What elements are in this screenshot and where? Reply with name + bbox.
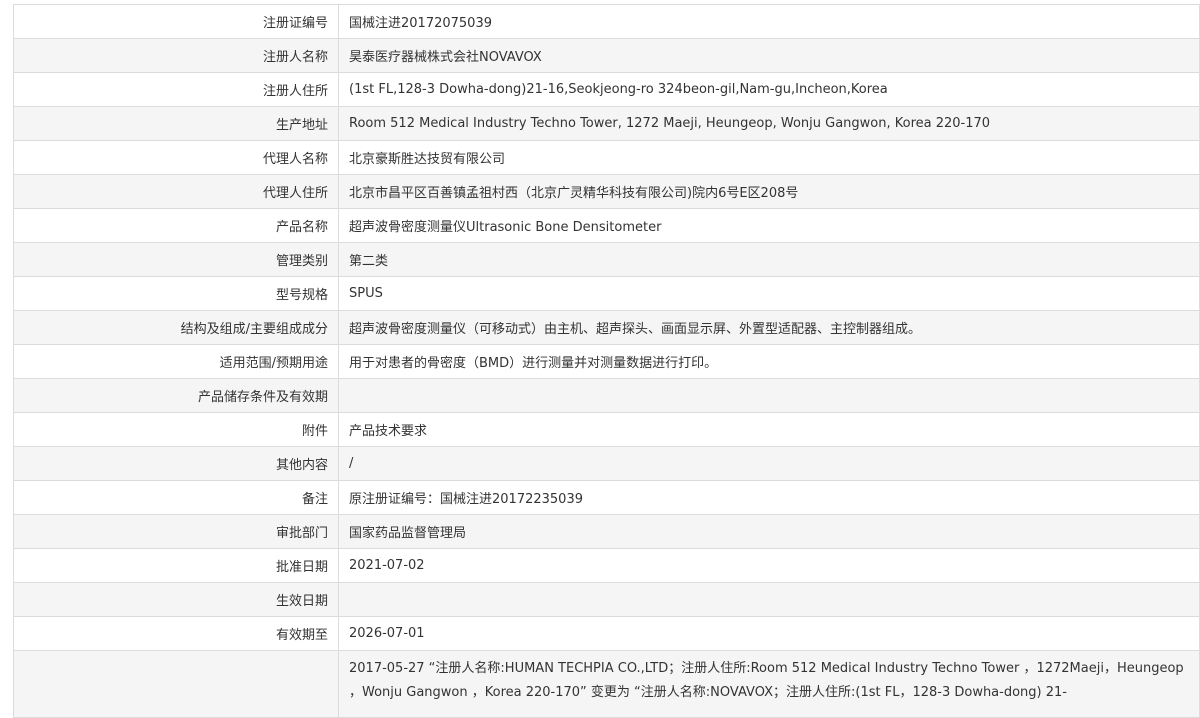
table-row: 适用范围/预期用途 用于对患者的骨密度（BMD）进行测量并对测量数据进行打印。 xyxy=(13,344,1200,379)
table-row: 有效期至 2026-07-01 xyxy=(13,616,1200,651)
table-row: 2017-05-27 “注册人名称:HUMAN TECHPIA CO.,LTD；… xyxy=(13,650,1200,718)
table-row: 产品名称 超声波骨密度测量仪Ultrasonic Bone Densitomet… xyxy=(13,208,1200,243)
table-row: 附件 产品技术要求 xyxy=(13,412,1200,447)
row-label: 注册人名称 xyxy=(13,38,339,73)
row-label: 代理人名称 xyxy=(13,140,339,175)
row-label: 产品储存条件及有效期 xyxy=(13,378,339,413)
row-label: 附件 xyxy=(13,412,339,447)
row-label xyxy=(13,650,339,718)
row-label: 生产地址 xyxy=(13,106,339,141)
table-row: 型号规格 SPUS xyxy=(13,276,1200,311)
table-row: 审批部门 国家药品监督管理局 xyxy=(13,514,1200,549)
row-label: 生效日期 xyxy=(13,582,339,617)
row-value: 2021-07-02 xyxy=(338,548,1200,583)
table-row: 管理类别 第二类 xyxy=(13,242,1200,277)
row-value: 北京市昌平区百善镇孟祖村西（北京广灵精华科技有限公司)院内6号E区208号 xyxy=(338,174,1200,209)
row-value: 原注册证编号：国械注进20172235039 xyxy=(338,480,1200,515)
row-label: 适用范围/预期用途 xyxy=(13,344,339,379)
row-label: 批准日期 xyxy=(13,548,339,583)
row-label: 备注 xyxy=(13,480,339,515)
row-label: 其他内容 xyxy=(13,446,339,481)
row-label: 审批部门 xyxy=(13,514,339,549)
table-row: 注册证编号 国械注进20172075039 xyxy=(13,4,1200,39)
row-value: / xyxy=(338,446,1200,481)
row-value xyxy=(338,378,1200,413)
row-label: 代理人住所 xyxy=(13,174,339,209)
row-value: (1st FL,128-3 Dowha-dong)21-16,Seokjeong… xyxy=(338,72,1200,107)
detail-table: 注册证编号 国械注进20172075039 注册人名称 昊泰医疗器械株式会社NO… xyxy=(13,4,1200,718)
change-history-text: 2017-05-27 “注册人名称:HUMAN TECHPIA CO.,LTD；… xyxy=(338,650,1200,718)
row-value: Room 512 Medical Industry Techno Tower, … xyxy=(338,106,1200,141)
table-row: 代理人住所 北京市昌平区百善镇孟祖村西（北京广灵精华科技有限公司)院内6号E区2… xyxy=(13,174,1200,209)
row-value: 2026-07-01 xyxy=(338,616,1200,651)
table-row: 其他内容 / xyxy=(13,446,1200,481)
row-value: 昊泰医疗器械株式会社NOVAVOX xyxy=(338,38,1200,73)
row-value xyxy=(338,582,1200,617)
registration-detail: 注册证编号 国械注进20172075039 注册人名称 昊泰医疗器械株式会社NO… xyxy=(13,4,1200,718)
table-row: 注册人名称 昊泰医疗器械株式会社NOVAVOX xyxy=(13,38,1200,73)
table-row: 代理人名称 北京豪斯胜达技贸有限公司 xyxy=(13,140,1200,175)
row-value: 用于对患者的骨密度（BMD）进行测量并对测量数据进行打印。 xyxy=(338,344,1200,379)
row-value: 超声波骨密度测量仪Ultrasonic Bone Densitometer xyxy=(338,208,1200,243)
row-label: 管理类别 xyxy=(13,242,339,277)
row-label: 型号规格 xyxy=(13,276,339,311)
table-row: 备注 原注册证编号：国械注进20172235039 xyxy=(13,480,1200,515)
table-row: 批准日期 2021-07-02 xyxy=(13,548,1200,583)
row-value: 北京豪斯胜达技贸有限公司 xyxy=(338,140,1200,175)
row-label: 产品名称 xyxy=(13,208,339,243)
table-row: 结构及组成/主要组成成分 超声波骨密度测量仪（可移动式）由主机、超声探头、画面显… xyxy=(13,310,1200,345)
row-label: 注册人住所 xyxy=(13,72,339,107)
table-row: 生效日期 xyxy=(13,582,1200,617)
row-value: 超声波骨密度测量仪（可移动式）由主机、超声探头、画面显示屏、外置型适配器、主控制… xyxy=(338,310,1200,345)
row-value: SPUS xyxy=(338,276,1200,311)
table-row: 生产地址 Room 512 Medical Industry Techno To… xyxy=(13,106,1200,141)
table-row: 产品储存条件及有效期 xyxy=(13,378,1200,413)
table-row: 注册人住所 (1st FL,128-3 Dowha-dong)21-16,Seo… xyxy=(13,72,1200,107)
row-label: 结构及组成/主要组成成分 xyxy=(13,310,339,345)
row-value: 产品技术要求 xyxy=(338,412,1200,447)
row-label: 有效期至 xyxy=(13,616,339,651)
row-value: 第二类 xyxy=(338,242,1200,277)
row-value: 国械注进20172075039 xyxy=(338,4,1200,39)
row-value: 国家药品监督管理局 xyxy=(338,514,1200,549)
row-label: 注册证编号 xyxy=(13,4,339,39)
